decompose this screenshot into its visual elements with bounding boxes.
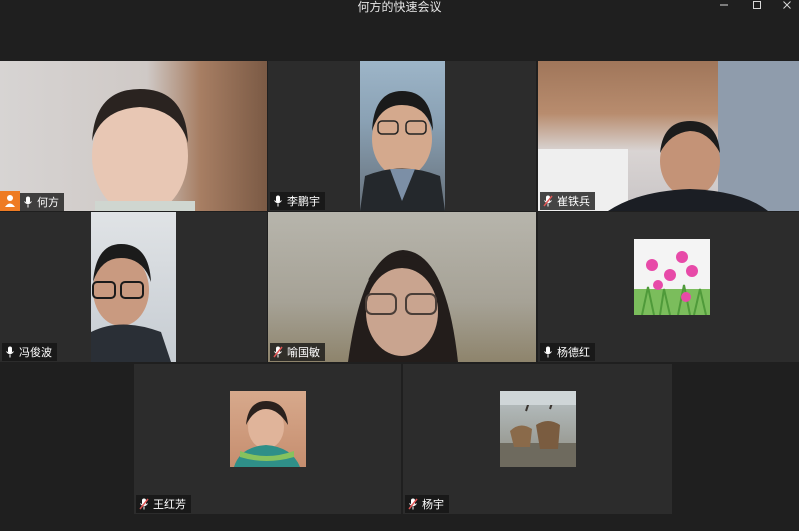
participant-name: 王红芳 (153, 498, 186, 511)
close-icon[interactable] (776, 0, 798, 12)
microphone-muted-icon (139, 498, 149, 510)
video-tile-6[interactable]: 王红芳 (134, 364, 401, 514)
host-badge (0, 191, 20, 211)
avatar (230, 391, 306, 467)
microphone-icon (24, 196, 32, 208)
microphone-icon (544, 346, 552, 358)
video-tile-1[interactable]: 李鹏宇 (268, 61, 536, 211)
minimize-icon[interactable] (713, 0, 735, 12)
participant-name: 喻国敏 (287, 346, 320, 359)
maximize-icon[interactable] (746, 0, 768, 12)
participant-name: 杨德红 (557, 346, 590, 359)
avatar (500, 391, 576, 467)
microphone-muted-icon (543, 195, 553, 207)
participant-video (0, 61, 267, 211)
participant-video (360, 61, 445, 211)
microphone-icon (6, 346, 14, 358)
microphone-muted-icon (408, 498, 418, 510)
participant-name: 李鹏宇 (287, 195, 320, 208)
participant-label: 李鹏宇 (270, 192, 325, 210)
video-tile-4[interactable]: 喻国敏 (268, 212, 536, 362)
video-tile-2[interactable]: 崔铁兵 (538, 61, 799, 211)
microphone-muted-icon (273, 346, 283, 358)
title-bar: 何方的快速会议 (0, 0, 799, 14)
window-title: 何方的快速会议 (357, 0, 442, 14)
avatar (634, 239, 710, 315)
participant-label: 杨德红 (540, 343, 595, 361)
participant-name: 崔铁兵 (557, 195, 590, 208)
participant-label: 冯俊波 (2, 343, 57, 361)
participant-label: 王红芳 (136, 495, 191, 513)
participant-video (268, 212, 536, 362)
participant-name: 何方 (37, 196, 59, 209)
video-tile-5[interactable]: 杨德红 (538, 212, 799, 362)
participant-label: 何方 (20, 193, 64, 211)
participant-label: 喻国敏 (270, 343, 325, 361)
participant-label: 崔铁兵 (540, 192, 595, 210)
video-tile-7[interactable]: 杨宇 (403, 364, 672, 514)
video-tile-3[interactable]: 冯俊波 (0, 212, 267, 362)
participant-video (91, 212, 176, 362)
participant-label: 杨宇 (405, 495, 449, 513)
microphone-icon (274, 195, 282, 207)
video-tile-0[interactable]: 何方 (0, 61, 267, 211)
participant-video (538, 61, 799, 211)
participant-name: 冯俊波 (19, 346, 52, 359)
participant-name: 杨宇 (422, 498, 444, 511)
